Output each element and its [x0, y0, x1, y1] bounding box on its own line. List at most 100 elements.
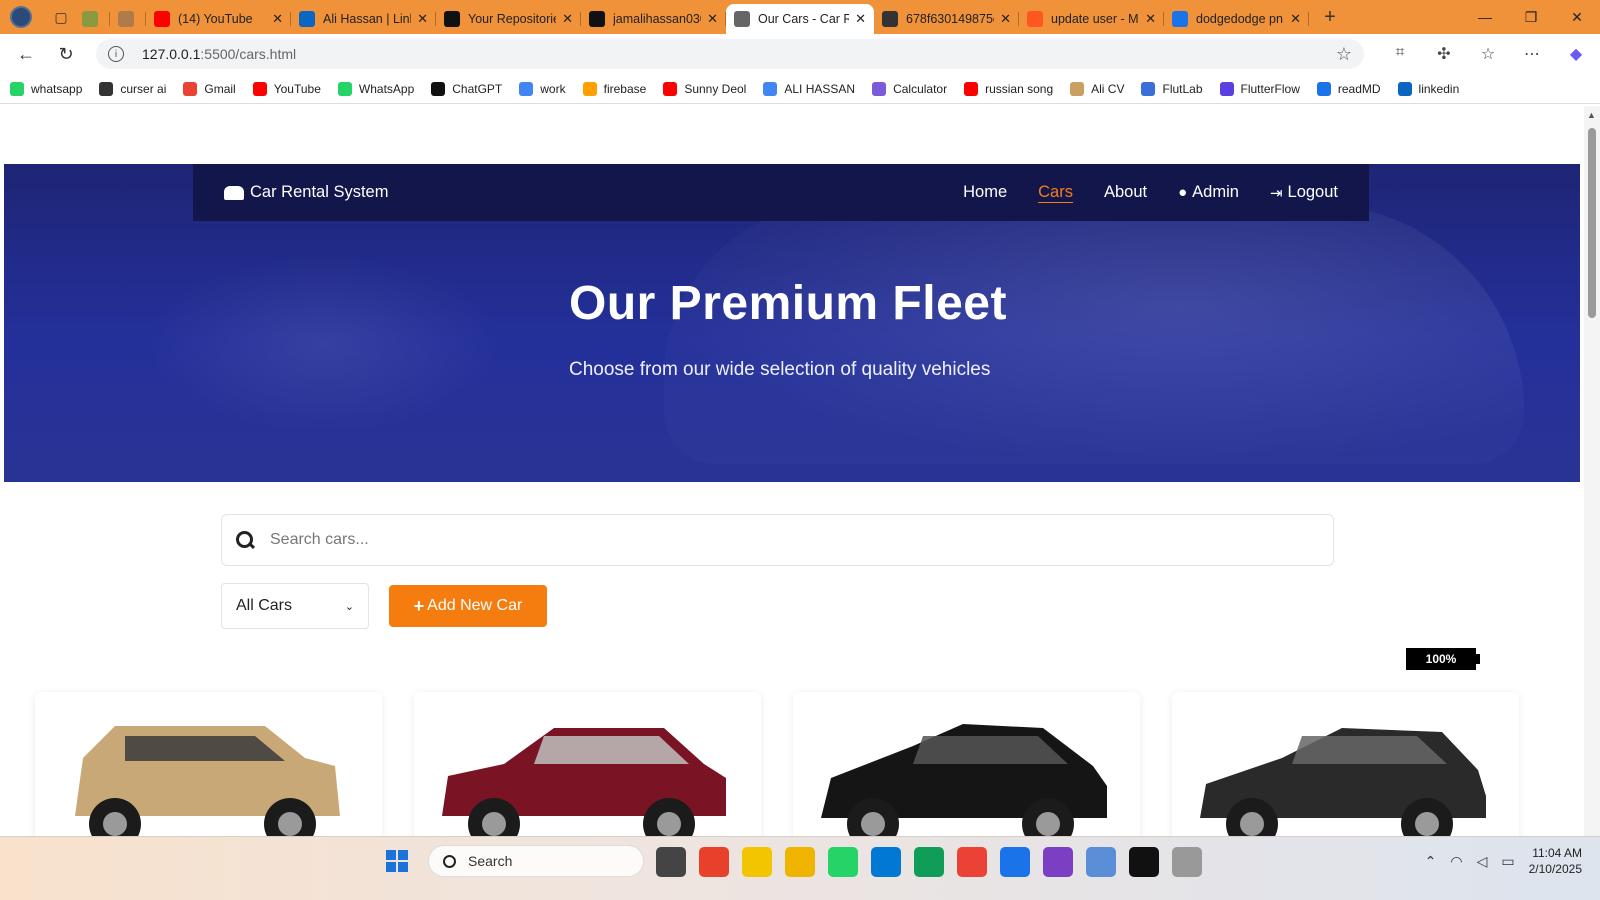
- bookmark-item[interactable]: Calculator: [872, 81, 947, 96]
- site-navbar: Car Rental System Home Cars About ● Admin ⇥ Lo…: [193, 164, 1369, 221]
- scroll-up-arrow-icon[interactable]: ▲: [1587, 110, 1596, 120]
- favorites-icon[interactable]: ☆: [1466, 44, 1510, 64]
- taskbar-app-icon[interactable]: [699, 847, 729, 877]
- bookmark-favicon-icon: [519, 81, 534, 96]
- tab-close-icon[interactable]: ✕: [272, 11, 283, 27]
- taskbar-app-icon[interactable]: [1000, 847, 1030, 877]
- taskbar-app-icon[interactable]: [785, 847, 815, 877]
- taskbar-app-icon[interactable]: [871, 847, 901, 877]
- bookmark-item[interactable]: firebase: [582, 81, 647, 96]
- taskbar-search-box[interactable]: Search: [428, 845, 644, 877]
- bookmark-label: readMD: [1337, 81, 1381, 96]
- bookmark-item[interactable]: whatsapp: [10, 81, 82, 96]
- tab-favicon-icon: [882, 11, 898, 27]
- brand-link[interactable]: Car Rental System: [224, 183, 388, 202]
- taskbar-app-icon[interactable]: [957, 847, 987, 877]
- restore-button[interactable]: ❐: [1508, 9, 1554, 26]
- browser-tab[interactable]: jamalihassan030 ✕: [581, 4, 726, 34]
- car-card[interactable]: [1172, 692, 1519, 850]
- tab-title: dodgedodge pn: [1196, 12, 1283, 26]
- browser-tab[interactable]: 678f630149875e ✕: [874, 4, 1019, 34]
- taskbar-app-icon[interactable]: [914, 847, 944, 877]
- car-card[interactable]: [35, 692, 382, 850]
- tab-close-icon[interactable]: ✕: [417, 11, 428, 27]
- browser-tab[interactable]: [110, 4, 146, 34]
- nav-link-cars[interactable]: Cars: [1038, 183, 1073, 202]
- battery-icon[interactable]: ▭: [1501, 853, 1514, 870]
- bookmark-item[interactable]: work: [519, 81, 566, 96]
- nav-link-logout[interactable]: ⇥ Logout: [1270, 183, 1338, 202]
- tab-close-icon[interactable]: ✕: [1000, 11, 1011, 27]
- nav-link-about[interactable]: About: [1104, 183, 1147, 202]
- clock[interactable]: 11:04 AM 2/10/2025: [1529, 845, 1582, 877]
- page-scrollbar[interactable]: ▲ ▼: [1584, 106, 1600, 850]
- profile-avatar[interactable]: [10, 6, 32, 28]
- scrollbar-thumb[interactable]: [1588, 128, 1596, 318]
- window-controls: — ❐ ✕: [1462, 9, 1600, 26]
- minimize-button[interactable]: —: [1462, 9, 1508, 26]
- more-menu-icon[interactable]: ⋯: [1510, 44, 1554, 64]
- tab-favicon-icon: [589, 11, 605, 27]
- wifi-icon[interactable]: ◠: [1450, 853, 1462, 870]
- tab-close-icon[interactable]: ✕: [855, 11, 866, 27]
- browser-tab[interactable]: Our Cars - Car Rental ✕: [726, 4, 874, 34]
- nav-link-admin[interactable]: ● Admin: [1178, 183, 1239, 202]
- taskbar-app-icon[interactable]: [1043, 847, 1073, 877]
- back-arrow-icon[interactable]: ←: [8, 38, 44, 70]
- car-card[interactable]: [414, 692, 761, 850]
- tab-title: update user - M: [1051, 12, 1139, 26]
- bookmark-item[interactable]: readMD: [1316, 81, 1381, 96]
- new-tab-button[interactable]: +: [1317, 4, 1343, 30]
- extensions-icon[interactable]: ✣: [1422, 44, 1466, 64]
- browser-tab[interactable]: [74, 4, 110, 34]
- car-search-input[interactable]: [270, 531, 1270, 549]
- bookmark-label: Gmail: [204, 81, 236, 96]
- bookmark-item[interactable]: ChatGPT: [431, 81, 502, 96]
- windows-start-icon[interactable]: [386, 850, 408, 872]
- taskbar-app-icon[interactable]: [742, 847, 772, 877]
- taskbar-app-icon[interactable]: [1086, 847, 1116, 877]
- car-filter-select[interactable]: All Cars ⌄: [221, 583, 369, 629]
- reload-icon[interactable]: ↻: [48, 38, 84, 70]
- taskbar-app-icon[interactable]: [1129, 847, 1159, 877]
- site-info-icon[interactable]: i: [108, 46, 124, 62]
- bookmark-label: firebase: [603, 81, 647, 96]
- bookmark-favicon-icon: [763, 81, 778, 96]
- copilot-icon[interactable]: ◆: [1554, 44, 1598, 64]
- bookmark-item[interactable]: curser ai: [99, 81, 166, 96]
- url-host: 127.0.0.1: [142, 46, 201, 62]
- chevron-up-icon[interactable]: ⌃: [1425, 853, 1437, 870]
- bookmark-item[interactable]: WhatsApp: [337, 81, 414, 96]
- close-window-button[interactable]: ✕: [1554, 9, 1600, 26]
- bookmark-item[interactable]: YouTube: [252, 81, 321, 96]
- browser-tab[interactable]: update user - M ✕: [1019, 4, 1164, 34]
- car-card[interactable]: [793, 692, 1140, 850]
- taskbar-app-icon[interactable]: [828, 847, 858, 877]
- workspaces-icon[interactable]: ▢: [48, 4, 74, 30]
- bookmark-item[interactable]: russian song: [964, 81, 1053, 96]
- bookmark-item[interactable]: Ali CV: [1070, 81, 1124, 96]
- volume-icon[interactable]: ◁: [1477, 853, 1488, 870]
- bookmark-item[interactable]: linkedin: [1397, 81, 1459, 96]
- bookmark-item[interactable]: ALI HASSAN: [763, 81, 855, 96]
- bookmark-star-icon[interactable]: ☆: [1336, 44, 1352, 65]
- tab-close-icon[interactable]: ✕: [707, 11, 718, 27]
- browser-tab[interactable]: Ali Hassan | Linkedin ✕: [291, 4, 436, 34]
- nav-link-home[interactable]: Home: [963, 183, 1007, 202]
- bookmark-item[interactable]: FlutterFlow: [1219, 81, 1300, 96]
- browser-tab[interactable]: dodgedodge pn ✕: [1164, 4, 1309, 34]
- bookmark-item[interactable]: Gmail: [183, 81, 236, 96]
- taskbar-app-icon[interactable]: [656, 847, 686, 877]
- bookmark-favicon-icon: [10, 81, 24, 96]
- url-field[interactable]: i 127.0.0.1:5500/cars.html ☆: [96, 39, 1364, 69]
- browser-tab[interactable]: (14) YouTube ✕: [146, 4, 291, 34]
- add-new-car-button[interactable]: + Add New Car: [389, 585, 547, 627]
- tab-close-icon[interactable]: ✕: [562, 11, 573, 27]
- bookmark-item[interactable]: FlutLab: [1141, 81, 1203, 96]
- tab-close-icon[interactable]: ✕: [1290, 11, 1301, 27]
- tab-close-icon[interactable]: ✕: [1145, 11, 1156, 27]
- browser-tab[interactable]: Your Repositories ✕: [436, 4, 581, 34]
- translate-icon[interactable]: ⌗: [1378, 44, 1422, 64]
- bookmark-item[interactable]: Sunny Deol: [663, 81, 746, 96]
- taskbar-app-icon[interactable]: [1172, 847, 1202, 877]
